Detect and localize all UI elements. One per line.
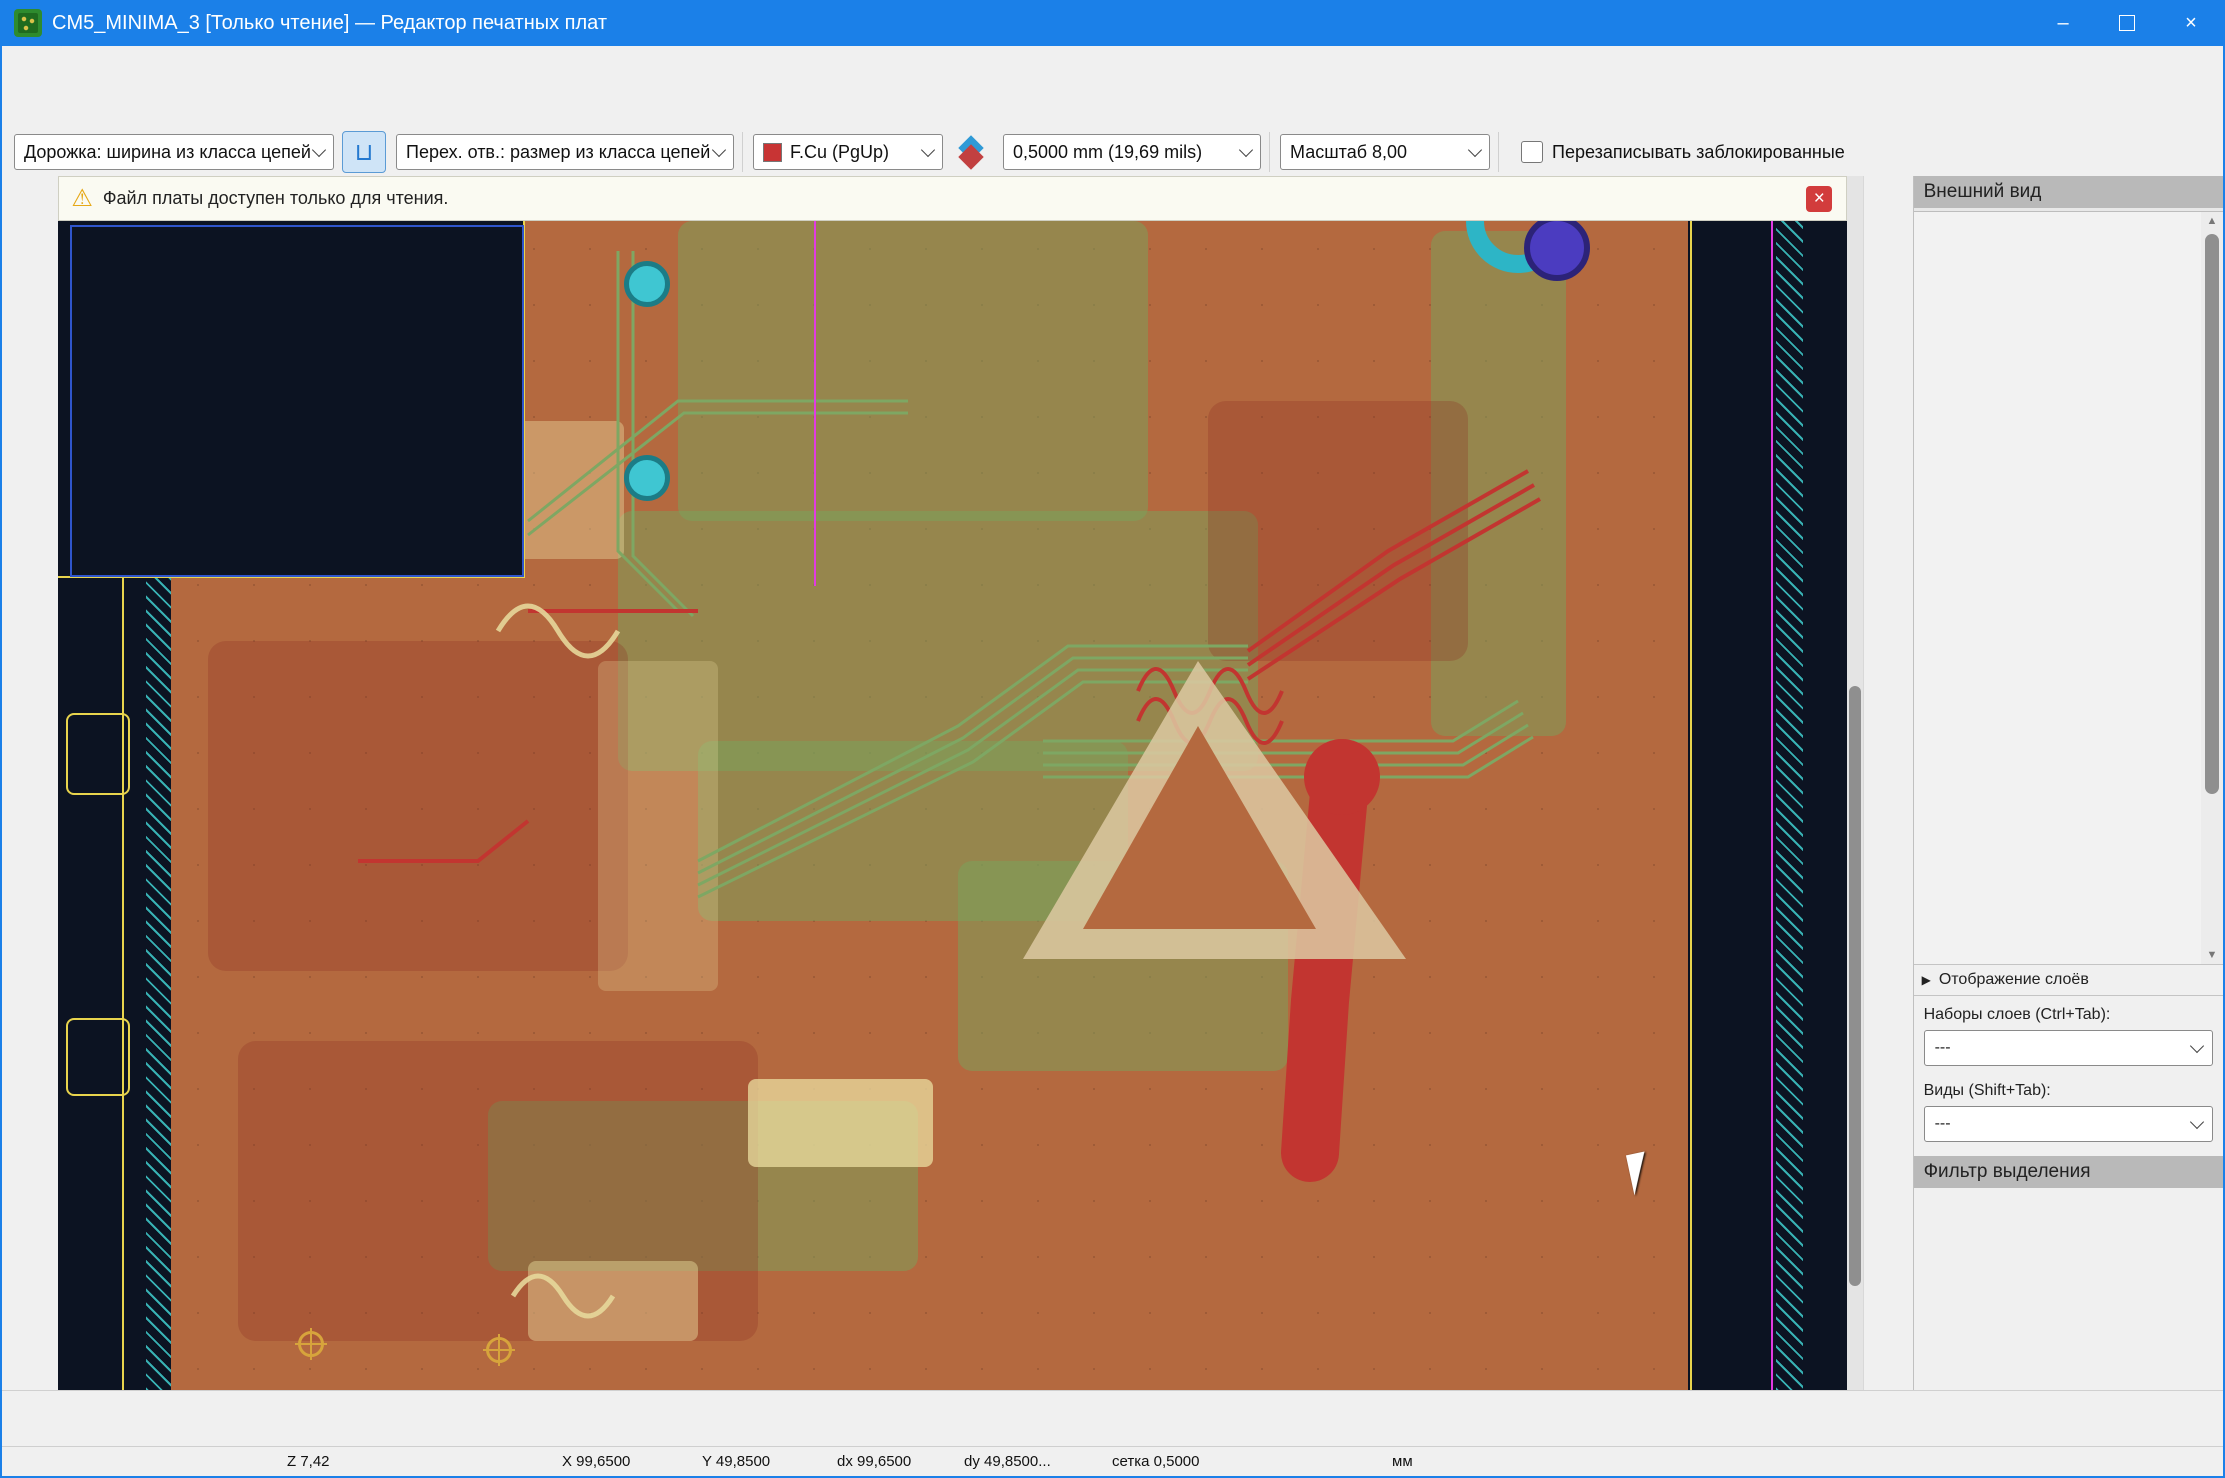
active-layer-combo[interactable]: F.Cu (PgUp): [753, 134, 943, 170]
secondary-toolbar: Дорожка: ширина из класса цепей ⊔ Перех.…: [2, 128, 2223, 177]
track-width-value: Дорожка: ширина из класса цепей: [24, 142, 311, 163]
infobar-text: Файл платы доступен только для чтения.: [103, 188, 449, 209]
window-title: CM5_MINIMA_3 [Только чтение] — Редактор …: [52, 12, 607, 35]
via-size-combo[interactable]: Перех. отв.: размер из класса цепей: [396, 134, 734, 170]
chevron-down-icon: [712, 143, 726, 157]
mouse-cursor: [1626, 1151, 1653, 1195]
cursor-status-bar: Z 7,42 X 99,6500 Y 49,8500 dx 99,6500 dy…: [2, 1446, 2223, 1478]
track-width-icon: ⊔: [355, 138, 374, 167]
fiducial-target: [486, 1337, 512, 1363]
chevron-down-icon: [1239, 143, 1253, 157]
close-button[interactable]: ×: [2159, 0, 2223, 46]
layers-list: ▲ ▼: [1914, 212, 2223, 965]
selection-filter-title: Фильтр выделения: [1914, 1156, 2223, 1188]
board-edge-notch: [66, 713, 130, 795]
mounting-hole: [624, 455, 670, 501]
layer-presets-combo[interactable]: ---: [1924, 1030, 2213, 1066]
active-layer-value: F.Cu (PgUp): [790, 142, 889, 163]
status-dx: dx 99,6500: [837, 1453, 911, 1470]
maximize-icon: [2119, 15, 2135, 31]
menu-bar: [2, 46, 2223, 81]
viewports-label: Виды (Shift+Tab):: [1914, 1072, 2223, 1104]
appearance-panel: Внешний вид ▲ ▼ ▶ Отображение слоёв Набо…: [1913, 176, 2223, 1390]
board-stats-bar: [2, 1390, 2223, 1447]
grid-size-combo[interactable]: 0,5000 mm (19,69 mils): [1003, 134, 1261, 170]
via-size-value: Перех. отв.: размер из класса цепей: [406, 142, 710, 163]
layer-color-swatch: [763, 143, 782, 162]
warning-icon: ⚠: [71, 184, 93, 213]
appearance-title: Внешний вид: [1914, 176, 2223, 208]
status-units: мм: [1392, 1453, 1413, 1470]
layers-scrollbar[interactable]: ▲ ▼: [2201, 212, 2223, 964]
fiducial-target: [298, 1331, 324, 1357]
minimize-button[interactable]: –: [2031, 0, 2095, 46]
board-edge-notch: [66, 1018, 130, 1096]
scrollbar-thumb[interactable]: [1849, 686, 1861, 1286]
readonly-infobar: ⚠ Файл платы доступен только для чтения.…: [58, 176, 1847, 221]
status-zoom: Z 7,42: [287, 1453, 330, 1470]
zoom-value: Масштаб 8,00: [1290, 142, 1407, 163]
override-locked-checkbox[interactable]: Перезаписывать заблокированные: [1521, 141, 1845, 163]
status-dy: dy 49,8500...: [964, 1453, 1051, 1470]
viewports-combo[interactable]: ---: [1924, 1106, 2213, 1142]
layer-presets-label: Наборы слоев (Ctrl+Tab):: [1914, 996, 2223, 1028]
viewports-value: ---: [1935, 1115, 1951, 1133]
zoom-combo[interactable]: Масштаб 8,00: [1280, 134, 1490, 170]
chevron-down-icon: [2190, 1115, 2204, 1129]
layer-presets-value: ---: [1935, 1039, 1951, 1057]
status-y: Y 49,8500: [702, 1453, 770, 1470]
main-toolbar: [2, 80, 2223, 128]
maximize-button[interactable]: [2095, 0, 2159, 46]
auto-track-width-button[interactable]: ⊔: [342, 131, 386, 173]
scroll-down-icon[interactable]: ▼: [2201, 946, 2223, 964]
grid-size-value: 0,5000 mm (19,69 mils): [1013, 142, 1202, 163]
chevron-down-icon: [2190, 1039, 2204, 1053]
scroll-up-icon[interactable]: ▲: [2201, 212, 2223, 230]
layer-display-label: Отображение слоёв: [1939, 971, 2089, 989]
pcb-canvas[interactable]: [58, 221, 1847, 1390]
override-locked-label: Перезаписывать заблокированные: [1552, 142, 1845, 163]
track-width-combo[interactable]: Дорожка: ширина из класса цепей: [14, 134, 334, 170]
kicad-app-icon: [14, 9, 42, 37]
layer-pair-button[interactable]: [951, 132, 993, 172]
chevron-down-icon: [312, 143, 326, 157]
layer-display-options[interactable]: ▶ Отображение слоёв: [1914, 965, 2223, 996]
title-bar: CM5_MINIMA_3 [Только чтение] — Редактор …: [2, 0, 2223, 46]
layer-pair-icon: [959, 139, 985, 165]
drill-hole: [1524, 221, 1590, 281]
expander-arrow-icon: ▶: [1922, 973, 1931, 987]
chevron-down-icon: [921, 143, 935, 157]
mounting-hole: [624, 261, 670, 307]
status-x: X 99,6500: [562, 1453, 630, 1470]
status-grid: сетка 0,5000: [1112, 1453, 1200, 1470]
scrollbar-thumb[interactable]: [2205, 234, 2219, 794]
footprint-courtyard-j1: [70, 225, 524, 577]
chevron-down-icon: [1468, 143, 1482, 157]
infobar-close-button[interactable]: ×: [1806, 186, 1832, 212]
checkbox-icon: [1521, 141, 1543, 163]
kicad-pcb-editor-window: CM5_MINIMA_3 [Только чтение] — Редактор …: [0, 0, 2225, 1478]
left-toolbar: [2, 176, 58, 1390]
canvas-vertical-scrollbar[interactable]: [1847, 176, 1863, 1390]
right-toolbar: [1863, 176, 1912, 1390]
